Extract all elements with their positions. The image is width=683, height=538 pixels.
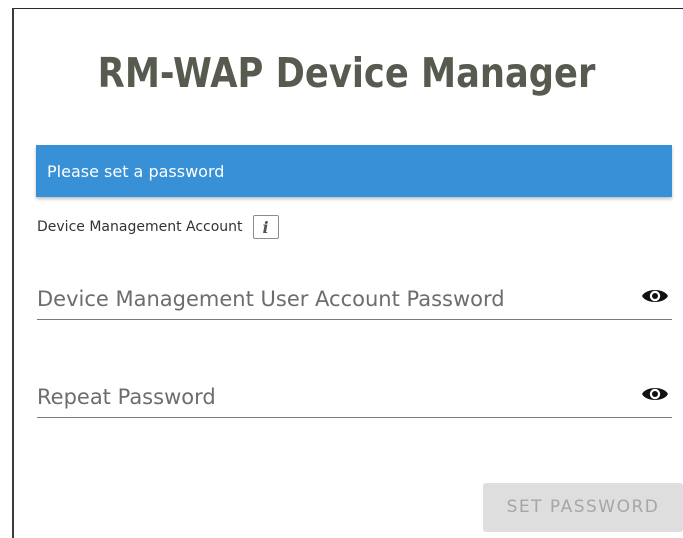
account-label: Device Management Account <box>37 219 243 235</box>
eye-icon[interactable] <box>640 383 670 405</box>
account-section: Device Management Account i <box>37 214 279 240</box>
info-icon[interactable]: i <box>252 215 279 239</box>
password-input[interactable] <box>37 278 627 319</box>
set-password-button[interactable]: SET PASSWORD <box>483 483 683 532</box>
dialog-left-border <box>12 8 14 538</box>
repeat-password-field <box>37 376 672 418</box>
password-field <box>37 278 672 320</box>
repeat-password-input[interactable] <box>37 376 627 417</box>
dialog-top-border <box>12 8 683 9</box>
status-banner: Please set a password <box>36 145 672 197</box>
banner-message: Please set a password <box>47 161 225 181</box>
page-title: RM-WAP Device Manager <box>97 49 596 97</box>
device-manager-dialog: RM-WAP Device Manager Please set a passw… <box>0 0 683 538</box>
eye-icon[interactable] <box>640 285 670 307</box>
